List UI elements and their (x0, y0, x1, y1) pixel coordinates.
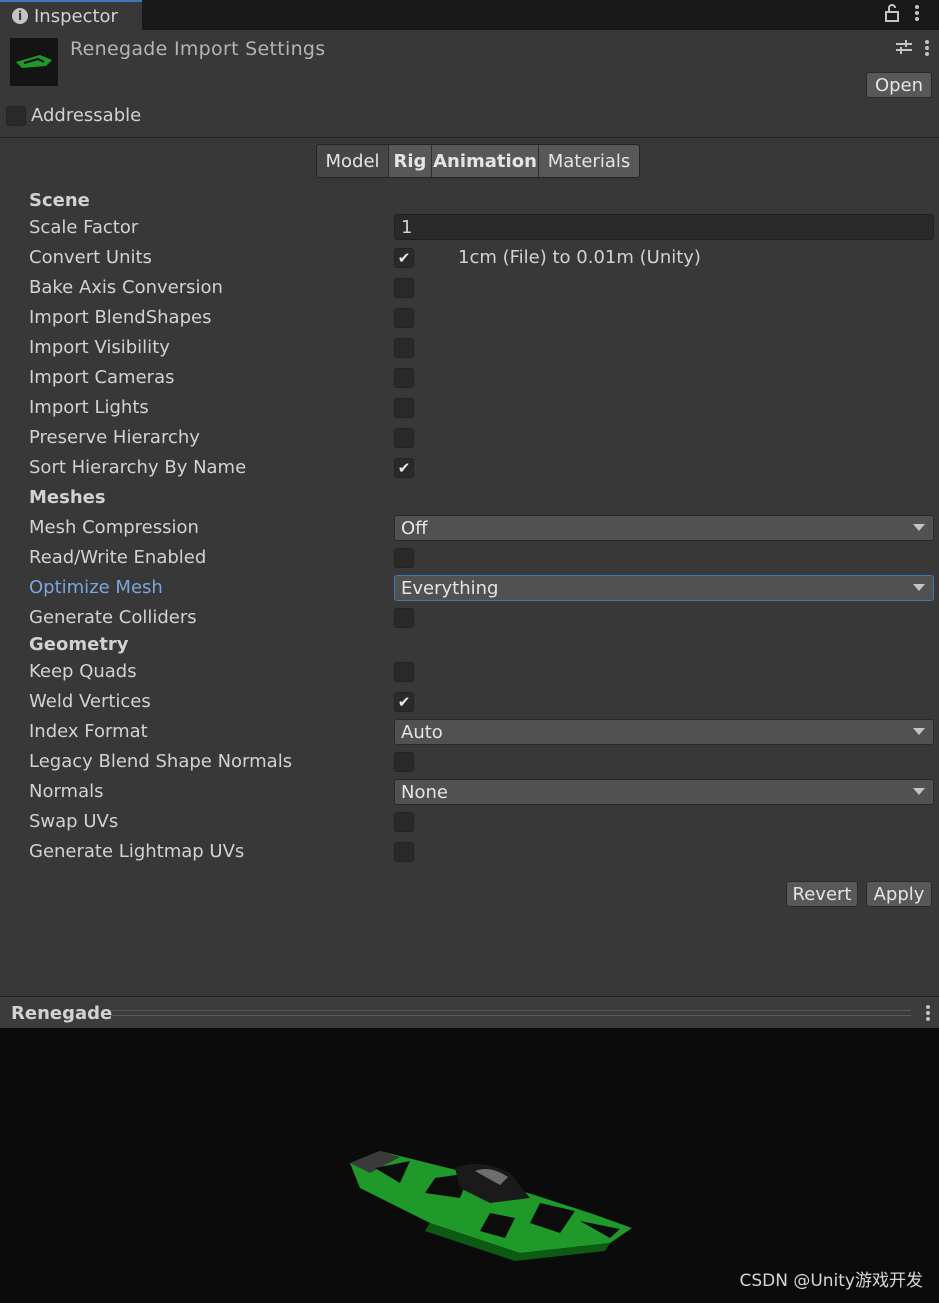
import-cameras-label: Import Cameras (29, 367, 175, 388)
import-blendshapes-label: Import BlendShapes (29, 307, 212, 328)
chevron-down-icon (913, 524, 925, 531)
checkmark-icon: ✔ (397, 693, 411, 711)
chevron-down-icon (913, 584, 925, 591)
mesh-compression-dropdown[interactable]: Off (394, 515, 934, 541)
chevron-down-icon (913, 788, 925, 795)
kebab-menu-icon[interactable] (914, 3, 920, 28)
convert-units-note: 1cm (File) to 0.01m (Unity) (458, 247, 701, 268)
page-title: Renegade Import Settings (70, 38, 326, 60)
sort-hierarchy-label: Sort Hierarchy By Name (29, 457, 247, 478)
sort-hierarchy-checkbox[interactable]: ✔ (394, 458, 414, 478)
window-tab-bar: i Inspector (0, 0, 939, 30)
optimize-mesh-dropdown[interactable]: Everything (394, 575, 934, 601)
preserve-hierarchy-label: Preserve Hierarchy (29, 427, 200, 448)
tab-inspector[interactable]: i Inspector (0, 0, 142, 30)
checkmark-icon: ✔ (397, 249, 411, 267)
scale-factor-label: Scale Factor (29, 217, 139, 238)
swap-uvs-checkbox[interactable] (394, 812, 414, 832)
read-write-checkbox[interactable] (394, 548, 414, 568)
addressable-label: Addressable (31, 105, 142, 126)
preview-header[interactable]: Renegade (0, 996, 939, 1028)
index-format-dropdown[interactable]: Auto (394, 719, 934, 745)
apply-button[interactable]: Apply (866, 881, 932, 907)
tab-materials[interactable]: Materials (539, 145, 639, 177)
checkmark-icon: ✔ (397, 459, 411, 477)
optimize-mesh-label: Optimize Mesh (29, 577, 163, 598)
lightmap-uvs-checkbox[interactable] (394, 842, 414, 862)
tab-rig[interactable]: Rig (389, 145, 432, 177)
normals-label: Normals (29, 781, 104, 802)
mesh-compression-value: Off (401, 517, 428, 539)
normals-value: None (401, 781, 448, 803)
preview-drag-handle[interactable] (110, 1010, 911, 1016)
open-button[interactable]: Open (866, 72, 932, 98)
import-lights-checkbox[interactable] (394, 398, 414, 418)
import-cameras-checkbox[interactable] (394, 368, 414, 388)
import-tabs: Model Rig Animation Materials (316, 144, 640, 178)
info-icon: i (12, 8, 28, 24)
inspector-header: Renegade Import Settings Open Addressabl… (0, 30, 939, 138)
lock-icon[interactable] (884, 3, 900, 28)
generate-colliders-checkbox[interactable] (394, 608, 414, 628)
bake-axis-checkbox[interactable] (394, 278, 414, 298)
weld-vertices-label: Weld Vertices (29, 691, 151, 712)
keep-quads-checkbox[interactable] (394, 662, 414, 682)
generate-colliders-label: Generate Colliders (29, 607, 197, 628)
import-visibility-label: Import Visibility (29, 337, 170, 358)
preview-title: Renegade (11, 1003, 113, 1024)
chevron-down-icon (913, 728, 925, 735)
section-meshes: Meshes (29, 487, 106, 508)
lightmap-uvs-label: Generate Lightmap UVs (29, 841, 245, 862)
optimize-mesh-value: Everything (401, 577, 499, 599)
mesh-compression-label: Mesh Compression (29, 517, 199, 538)
tab-model[interactable]: Model (317, 145, 389, 177)
preview-kebab-menu-icon[interactable] (925, 1003, 931, 1028)
legacy-normals-label: Legacy Blend Shape Normals (29, 751, 293, 772)
index-format-label: Index Format (29, 721, 148, 742)
convert-units-label: Convert Units (29, 247, 152, 268)
preserve-hierarchy-checkbox[interactable] (394, 428, 414, 448)
section-geometry: Geometry (29, 634, 129, 655)
read-write-label: Read/Write Enabled (29, 547, 207, 568)
watermark: CSDN @Unity游戏开发 (739, 1271, 923, 1291)
scale-factor-input[interactable]: 1 (394, 214, 934, 240)
import-visibility-checkbox[interactable] (394, 338, 414, 358)
revert-button[interactable]: Revert (786, 881, 858, 907)
import-lights-label: Import Lights (29, 397, 149, 418)
header-kebab-menu-icon[interactable] (924, 38, 930, 63)
keep-quads-label: Keep Quads (29, 661, 137, 682)
legacy-normals-checkbox[interactable] (394, 752, 414, 772)
bake-axis-label: Bake Axis Conversion (29, 277, 223, 298)
weld-vertices-checkbox[interactable]: ✔ (394, 692, 414, 712)
section-scene: Scene (29, 190, 90, 211)
tab-inspector-label: Inspector (34, 5, 118, 27)
tab-animation[interactable]: Animation (432, 145, 539, 177)
convert-units-checkbox[interactable]: ✔ (394, 248, 414, 268)
swap-uvs-label: Swap UVs (29, 811, 119, 832)
normals-dropdown[interactable]: None (394, 779, 934, 805)
asset-thumbnail (10, 38, 58, 86)
addressable-checkbox[interactable] (6, 106, 26, 126)
import-blendshapes-checkbox[interactable] (394, 308, 414, 328)
index-format-value: Auto (401, 721, 443, 743)
boat-model-image (350, 1151, 632, 1261)
model-preview[interactable]: CSDN @Unity游戏开发 (0, 1028, 939, 1303)
preset-icon[interactable] (895, 38, 913, 61)
